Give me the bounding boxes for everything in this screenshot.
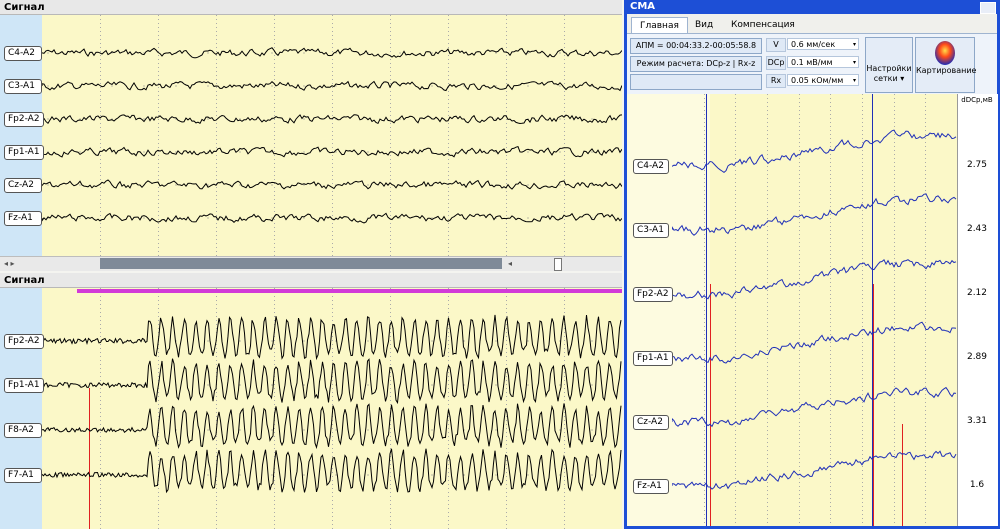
channel-value: 3.31 bbox=[966, 416, 988, 426]
cma-channel-label: Fp2-A2 bbox=[633, 287, 673, 302]
eeg-trace bbox=[42, 358, 622, 405]
bottom-panel-title: Сигнал bbox=[0, 273, 622, 288]
zoom-slider-thumb[interactable] bbox=[554, 258, 562, 271]
cma-trace bbox=[672, 386, 957, 428]
eeg-trace bbox=[42, 80, 622, 92]
channel-label: F7-A1 bbox=[4, 468, 42, 483]
channel-label: F8-A2 bbox=[4, 423, 42, 438]
channel-label: Fp2-A2 bbox=[4, 112, 44, 127]
channel-value: 2.89 bbox=[966, 352, 988, 362]
top-panel-title: Сигнал bbox=[0, 0, 622, 15]
rx-value: 0.05 кОм/мм bbox=[791, 76, 844, 85]
channel-value: 2.12 bbox=[966, 288, 988, 298]
channel-value: 1.6 bbox=[969, 480, 985, 490]
cma-trace bbox=[672, 193, 957, 236]
scroll-left-icon[interactable]: ◂ bbox=[508, 257, 512, 270]
cma-channel-label: Fz-A1 bbox=[633, 479, 669, 494]
cma-window: СМА Главная Вид Компенсация АПМ = 00:04:… bbox=[624, 0, 1000, 529]
rx-select[interactable]: 0.05 кОм/мм ▾ bbox=[787, 74, 859, 86]
mapping-label: Картирование bbox=[916, 66, 977, 75]
channel-label: Fp1-A1 bbox=[4, 378, 44, 393]
value-column bbox=[957, 94, 998, 526]
eeg-trace bbox=[42, 403, 622, 450]
chevron-down-icon: ▾ bbox=[852, 77, 856, 84]
channel-label: C4-A2 bbox=[4, 46, 42, 61]
tab-view[interactable]: Вид bbox=[687, 17, 721, 33]
tab-main[interactable]: Главная bbox=[631, 17, 688, 34]
eeg-trace bbox=[42, 47, 622, 59]
scroll-left-right-icons[interactable]: ◂ ▸ bbox=[4, 257, 15, 270]
ribbon: АПМ = 00:04:33.2-00:05:58.8 Режим расчет… bbox=[627, 33, 997, 95]
cma-trace bbox=[672, 450, 957, 490]
eeg-trace bbox=[42, 114, 622, 125]
cma-trace bbox=[672, 321, 957, 364]
cma-trace bbox=[672, 129, 957, 174]
top-signal-plot[interactable] bbox=[42, 15, 622, 256]
chevron-down-icon: ▾ bbox=[852, 41, 856, 48]
bottom-signal-plot[interactable] bbox=[42, 288, 622, 529]
dcp-select[interactable]: 0.1 мВ/мм ▾ bbox=[787, 56, 859, 68]
channel-label: Fp1-A1 bbox=[4, 145, 44, 160]
window-menu-icon[interactable] bbox=[980, 2, 996, 14]
v-value: 0.6 мм/сек bbox=[791, 40, 836, 49]
cma-trend-plot[interactable] bbox=[672, 94, 957, 526]
tab-compensation[interactable]: Компенсация bbox=[723, 17, 803, 33]
cma-title: СМА bbox=[630, 1, 656, 12]
scrollbar-thumb[interactable] bbox=[100, 258, 502, 269]
channel-label: C3-A1 bbox=[4, 79, 42, 94]
dcp-value: 0.1 мВ/мм bbox=[791, 58, 833, 67]
bottom-channel-column bbox=[0, 288, 42, 529]
chevron-down-icon: ▾ bbox=[852, 59, 856, 66]
top-horizontal-scrollbar[interactable]: ◂ ▸ ◂ bbox=[0, 256, 622, 271]
head-map-icon bbox=[935, 41, 955, 65]
channel-value: 2.75 bbox=[966, 160, 988, 170]
cma-trace bbox=[672, 258, 957, 300]
grid-settings-label: Настройки сетки ▾ bbox=[866, 64, 912, 83]
rx-label: Rx bbox=[766, 74, 786, 88]
channel-label: Fz-A1 bbox=[4, 211, 42, 226]
eeg-trace bbox=[42, 448, 622, 494]
channel-label: Fp2-A2 bbox=[4, 334, 44, 349]
cma-channel-label: C4-A2 bbox=[633, 159, 669, 174]
value-header: dDCp,мВ bbox=[961, 96, 993, 104]
dcp-label: DCp bbox=[766, 56, 786, 70]
apm-range: АПМ = 00:04:33.2-00:05:58.8 bbox=[630, 38, 762, 54]
v-label: V bbox=[766, 38, 786, 52]
channel-label: Cz-A2 bbox=[4, 178, 42, 193]
eeg-trace bbox=[42, 314, 622, 361]
grid-settings-button[interactable]: Настройки сетки ▾ bbox=[865, 37, 913, 93]
cma-channel-label: Fp1-A1 bbox=[633, 351, 673, 366]
cma-channel-label: C3-A1 bbox=[633, 223, 669, 238]
cma-body: Главная Вид Компенсация АПМ = 00:04:33.2… bbox=[627, 14, 998, 526]
selection-bar bbox=[77, 289, 622, 293]
eeg-trace bbox=[42, 179, 622, 190]
mapping-button[interactable]: Картирование bbox=[915, 37, 977, 93]
cma-channel-label: Cz-A2 bbox=[633, 415, 669, 430]
empty-field bbox=[630, 74, 762, 90]
calc-mode[interactable]: Режим расчета: DCp-z | Rx-z bbox=[630, 56, 762, 72]
eeg-trace bbox=[42, 212, 622, 224]
channel-value: 2.43 bbox=[966, 224, 988, 234]
v-select[interactable]: 0.6 мм/сек ▾ bbox=[787, 38, 859, 50]
